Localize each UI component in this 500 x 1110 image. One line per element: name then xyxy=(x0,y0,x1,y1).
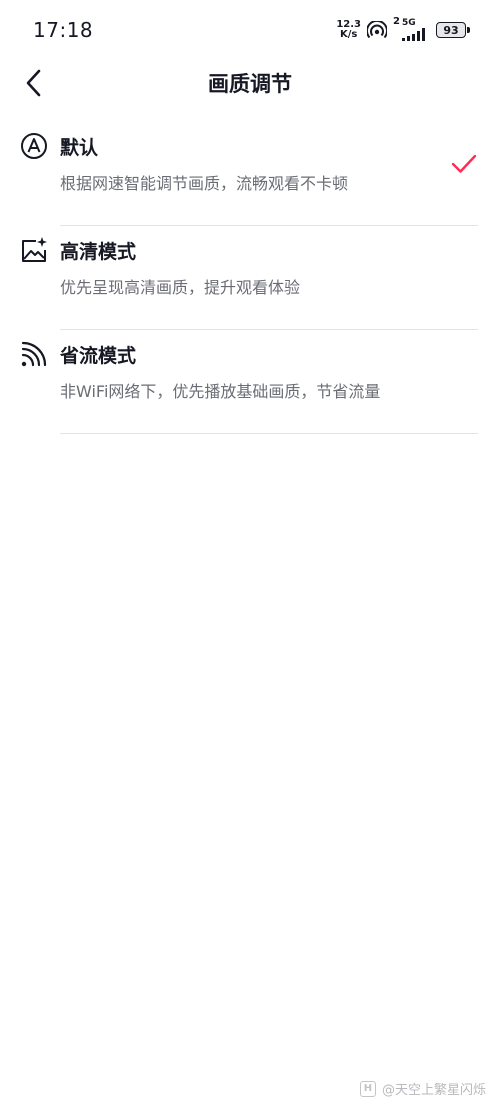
option-hd-mode[interactable]: 高清模式 优先呈现高清画质，提升观看体验 xyxy=(0,226,500,330)
sim-slot-number: 2 xyxy=(393,16,400,27)
network-type-label: 5G xyxy=(402,17,416,28)
status-bar: 17:18 12.3 K/s 2 5G 93 xyxy=(0,0,500,58)
status-indicators: 12.3 K/s 2 5G 93 xyxy=(336,16,470,42)
watermark-logo-icon: H xyxy=(359,1080,376,1097)
network-speed-unit: K/s xyxy=(340,29,358,40)
page-title: 画质调节 xyxy=(208,72,292,96)
quality-settings-screen: 17:18 12.3 K/s 2 5G 93 画质调节 默认 根据网速智能调节画… xyxy=(0,0,500,1110)
cellular-signal: 5G xyxy=(402,17,430,42)
option-title: 默认 xyxy=(60,137,99,159)
hotspot-icon xyxy=(367,21,388,39)
divider xyxy=(60,433,478,434)
battery-level: 93 xyxy=(443,23,459,37)
signal-waves-icon xyxy=(20,340,48,368)
hd-image-sparkle-icon xyxy=(20,236,48,264)
option-title: 省流模式 xyxy=(60,345,137,367)
option-title: 高清模式 xyxy=(60,241,137,263)
battery-icon: 93 xyxy=(436,22,470,38)
option-data-saver[interactable]: 省流模式 非WiFi网络下，优先播放基础画质，节省流量 xyxy=(0,330,500,434)
watermark-text: @天空上繁星闪烁 xyxy=(381,1083,486,1098)
watermark: H @天空上繁星闪烁 xyxy=(359,1079,486,1098)
quality-options-list: 默认 根据网速智能调节画质，流畅观看不卡顿 高清模式 优先呈现高清画质，提升观看… xyxy=(0,122,500,434)
status-time: 17:18 xyxy=(33,18,94,42)
signal-bars-icon xyxy=(402,27,430,42)
option-description: 根据网速智能调节画质，流畅观看不卡顿 xyxy=(60,174,349,193)
network-speed: 12.3 K/s xyxy=(336,20,361,40)
option-description: 非WiFi网络下，优先播放基础画质，节省流量 xyxy=(60,382,381,401)
checkmark-icon xyxy=(451,154,477,173)
header: 画质调节 xyxy=(0,58,500,108)
option-default[interactable]: 默认 根据网速智能调节画质，流畅观看不卡顿 xyxy=(0,122,500,226)
auto-a-icon xyxy=(20,132,48,160)
option-description: 优先呈现高清画质，提升观看体验 xyxy=(60,278,301,297)
